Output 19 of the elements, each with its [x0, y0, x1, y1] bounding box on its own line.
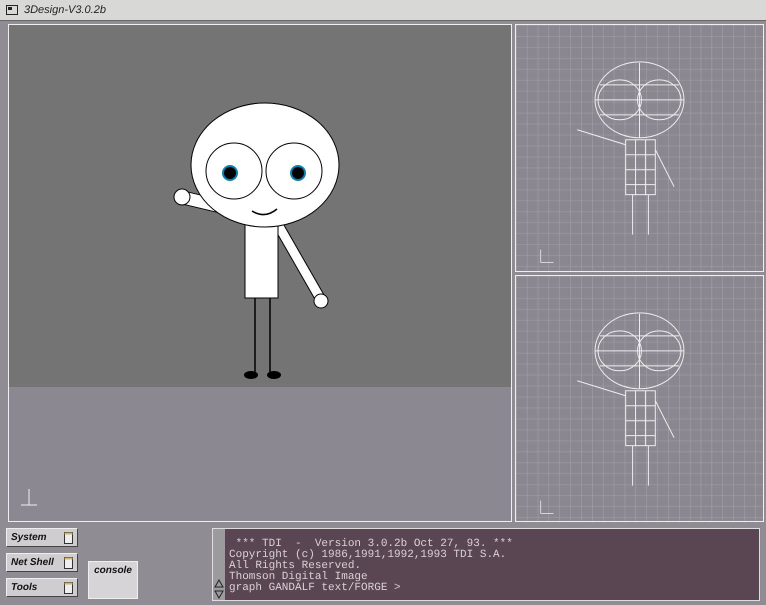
console-line: Thomson Digital Image	[229, 572, 368, 583]
console-line: Copyright (c) 1986,1991,1992,1993 TDI S.A.	[229, 550, 508, 561]
window-menu-icon[interactable]	[6, 5, 18, 15]
window-icon	[64, 556, 73, 568]
console-button[interactable]: console	[88, 561, 138, 599]
axis-icon	[540, 500, 554, 514]
console-line: graph GANDALF text/FORGE >	[229, 583, 402, 594]
shelf-button[interactable]: System	[6, 528, 78, 547]
window-title: 3Design-V3.0.2b	[24, 4, 106, 16]
console-line: All Rights Reserved.	[229, 561, 362, 572]
scroll-down-icon[interactable]	[213, 589, 225, 600]
shelf-button[interactable]: Net Shell	[6, 553, 78, 572]
window-icon	[64, 582, 73, 594]
console-line: *** TDI - Version 3.0.2b Oct 27, 93. ***	[236, 539, 514, 550]
scroll-bar[interactable]	[213, 529, 225, 600]
shelf-button[interactable]: Tools	[6, 578, 78, 597]
scroll-up-icon[interactable]	[213, 578, 225, 589]
window-icon	[64, 532, 73, 544]
axis-icon	[540, 249, 554, 263]
